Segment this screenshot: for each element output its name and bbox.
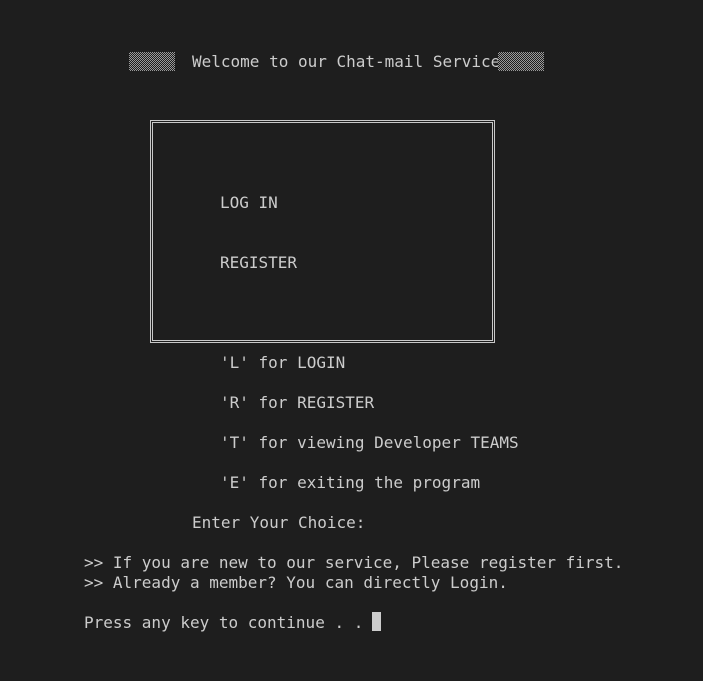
menu-item-login: LOG IN <box>220 193 278 212</box>
continue-prompt: Press any key to continue . . . <box>84 613 383 632</box>
info-message-new: >> If you are new to our service, Please… <box>84 553 624 572</box>
text-cursor[interactable] <box>372 612 381 631</box>
option-teams: 'T' for viewing Developer TEAMS <box>220 433 519 452</box>
shaded-block-right <box>498 52 544 71</box>
option-register: 'R' for REGISTER <box>220 393 375 412</box>
choice-prompt: Enter Your Choice: <box>192 513 366 532</box>
info-message-member: >> Already a member? You can directly Lo… <box>84 573 508 592</box>
option-login: 'L' for LOGIN <box>220 353 346 372</box>
menu-item-register: REGISTER <box>220 253 298 272</box>
shaded-block-left <box>129 52 175 71</box>
menu-box <box>150 120 495 343</box>
option-exit: 'E' for exiting the program <box>220 473 481 492</box>
welcome-title: Welcome to our Chat-mail Service <box>192 52 501 71</box>
